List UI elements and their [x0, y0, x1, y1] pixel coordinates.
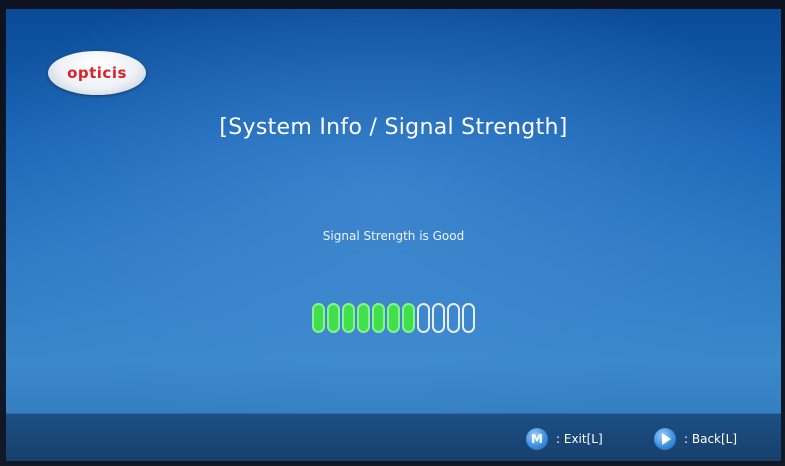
signal-bar-lit [402, 303, 415, 333]
opticis-logo: opticis [48, 51, 146, 95]
signal-bar-unlit [447, 303, 460, 333]
back-hint[interactable]: : Back[L] [654, 428, 737, 450]
exit-hint[interactable]: M : Exit[L] [526, 428, 603, 450]
signal-status-text: Signal Strength is Good [322, 229, 465, 243]
signal-bar-unlit [417, 303, 430, 333]
logo-text: opticis [67, 64, 127, 82]
play-button-icon [654, 428, 676, 450]
signal-bar-unlit [432, 303, 445, 333]
signal-bar-lit [327, 303, 340, 333]
signal-bar-lit [387, 303, 400, 333]
signal-bar-lit [357, 303, 370, 333]
exit-hint-label: : Exit[L] [556, 432, 603, 446]
m-button-icon: M [526, 428, 548, 450]
osd-screen: opticis [System Info / Signal Strength] … [6, 9, 781, 461]
signal-bar-lit [372, 303, 385, 333]
page-title: [System Info / Signal Strength] [219, 115, 568, 140]
signal-strength-meter [6, 303, 781, 333]
back-hint-label: : Back[L] [684, 432, 738, 446]
footer-bar: M : Exit[L] : Back[L] [6, 413, 781, 461]
signal-bar-lit [342, 303, 355, 333]
signal-bar-lit [312, 303, 325, 333]
signal-bar-unlit [462, 303, 475, 333]
